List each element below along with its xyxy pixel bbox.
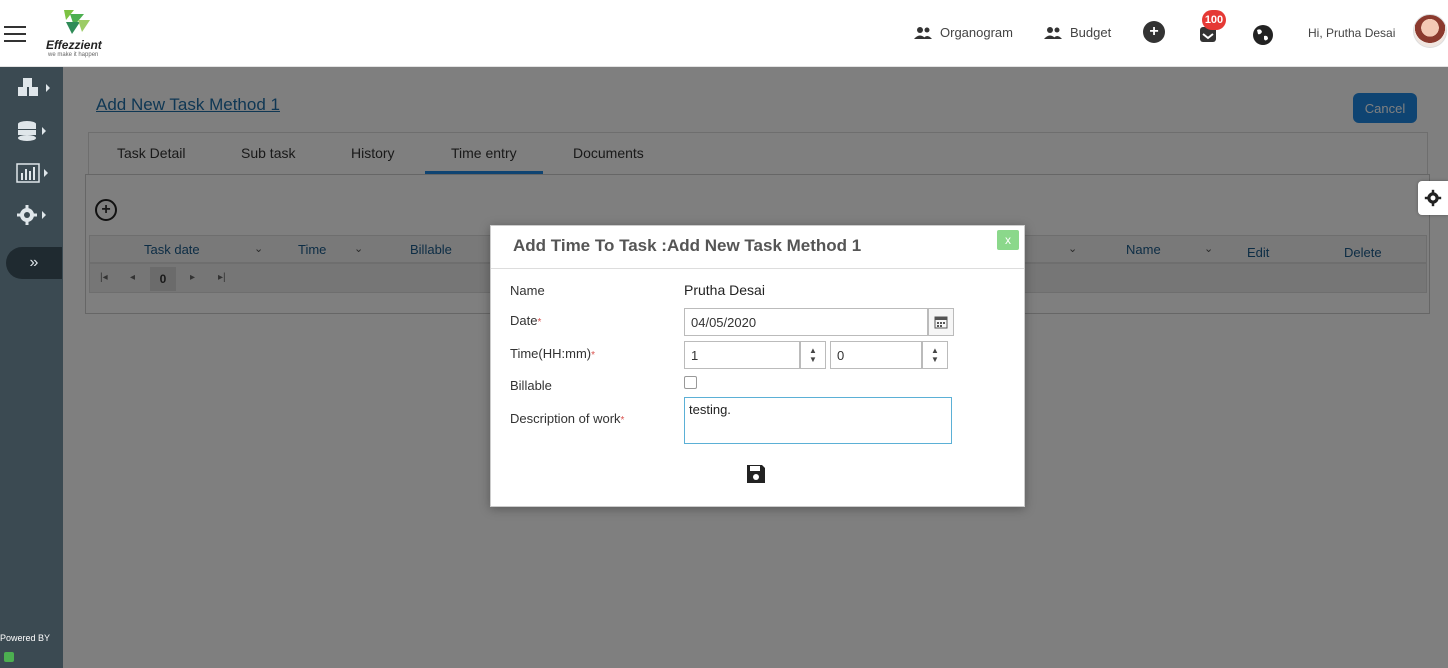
minutes-spin-buttons[interactable]: ▲ ▼ — [922, 341, 948, 369]
close-icon[interactable]: x — [997, 230, 1019, 250]
calendar-icon[interactable] — [928, 308, 954, 336]
billable-label: Billable — [510, 378, 552, 393]
expand-sidebar-button[interactable]: » — [6, 247, 62, 279]
time-label: Time(HH:mm) — [510, 346, 592, 361]
powered-by-logo-icon — [4, 652, 14, 662]
date-label-wrap: Date* — [510, 313, 541, 328]
notification-badge: 100 — [1202, 10, 1226, 30]
user-greeting[interactable]: Hi, Prutha Desai — [1308, 26, 1395, 40]
description-label-wrap: Description of work* — [510, 411, 624, 426]
name-value: Prutha Desai — [684, 282, 765, 298]
required-mark: * — [591, 350, 596, 361]
sidebar-item-settings[interactable] — [16, 202, 50, 228]
chart-icon — [16, 163, 40, 183]
settings-gear-button[interactable] — [1418, 181, 1448, 215]
add-time-dialog: Add Time To Task :Add New Task Method 1 … — [490, 225, 1025, 507]
powered-by-label: Powered BY — [0, 633, 51, 643]
people-icon — [1044, 26, 1062, 39]
description-field[interactable]: testing. — [684, 397, 952, 444]
add-icon[interactable]: + — [1143, 21, 1165, 43]
hours-stepper[interactable] — [684, 341, 800, 369]
organogram-link[interactable]: Organogram — [914, 25, 1013, 40]
billable-checkbox[interactable] — [684, 376, 697, 389]
budget-link[interactable]: Budget — [1044, 25, 1111, 40]
gear-icon — [17, 205, 37, 225]
sidebar-item-data[interactable] — [16, 118, 50, 144]
time-label-wrap: Time(HH:mm)* — [510, 346, 595, 361]
dialog-title: Add Time To Task :Add New Task Method 1 — [513, 236, 862, 255]
organogram-label: Organogram — [940, 25, 1013, 40]
database-icon — [18, 121, 36, 141]
dialog-header: Add Time To Task :Add New Task Method 1 … — [491, 226, 1024, 269]
sidebar: » Powered BY — [0, 67, 63, 668]
sidebar-item-reports[interactable] — [16, 160, 50, 186]
cubes-icon — [18, 78, 38, 96]
gear-icon — [1424, 189, 1442, 207]
top-header: Effezzient we make it happen Organogram … — [0, 0, 1448, 67]
required-mark: * — [537, 317, 542, 328]
budget-label: Budget — [1070, 25, 1112, 40]
required-mark: * — [620, 415, 625, 426]
menu-icon[interactable] — [4, 26, 26, 42]
description-label: Description of work — [510, 411, 621, 426]
hours-spin-buttons[interactable]: ▲ ▼ — [800, 341, 826, 369]
avatar[interactable] — [1413, 14, 1447, 48]
logo-text: Effezzient — [46, 38, 102, 52]
date-label: Date — [510, 313, 538, 328]
globe-icon[interactable] — [1252, 24, 1274, 46]
sidebar-item-modules[interactable] — [16, 75, 50, 101]
logo-tagline: we make it happen — [48, 52, 99, 58]
save-icon[interactable] — [745, 463, 767, 485]
name-label: Name — [510, 283, 545, 298]
people-icon — [914, 26, 932, 39]
minutes-stepper[interactable] — [830, 341, 922, 369]
date-field[interactable] — [684, 308, 928, 336]
